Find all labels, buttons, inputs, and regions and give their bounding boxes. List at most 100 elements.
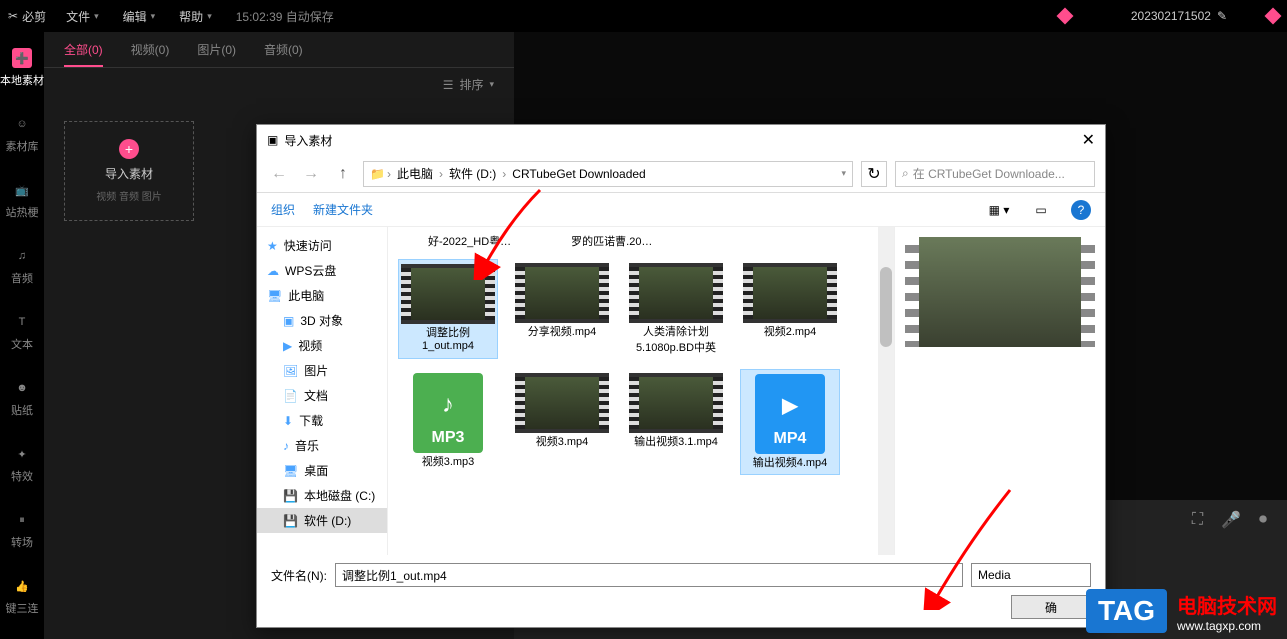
nav-text[interactable]: T文本 xyxy=(11,312,33,352)
refresh-button[interactable]: ↻ xyxy=(861,161,887,187)
view-mode-button[interactable]: ▦ ▾ xyxy=(987,198,1011,222)
file-item[interactable]: 视频3.mp4 xyxy=(512,369,612,475)
nav-back[interactable]: ← xyxy=(267,162,291,186)
project-title[interactable]: 202302171502 ✎ xyxy=(1131,9,1227,23)
music-icon: ♪ xyxy=(283,439,289,453)
nav-audio[interactable]: ♫音频 xyxy=(11,246,33,286)
menu-edit[interactable]: 编辑▾ xyxy=(123,8,156,25)
scrollbar-thumb[interactable] xyxy=(880,267,892,347)
tree-ddisk[interactable]: 💾软件 (D:) xyxy=(257,508,387,533)
star-icon: ★ xyxy=(267,239,278,253)
help-button[interactable]: ? xyxy=(1071,200,1091,220)
tab-video[interactable]: 视频(0) xyxy=(131,33,170,66)
mic-icon[interactable]: 🎤 xyxy=(1221,510,1241,530)
file-item[interactable]: 视频2.mp4 xyxy=(740,259,840,359)
preview-toggle[interactable]: ▭ xyxy=(1029,198,1053,222)
music-icon: ♫ xyxy=(12,246,32,266)
tree-desktop[interactable]: 🖥桌面 xyxy=(257,458,387,483)
tree-pc[interactable]: 🖥此电脑 xyxy=(257,283,387,308)
watermark: TAG 电脑技术网 www.tagxp.com xyxy=(1086,589,1277,633)
tree-image[interactable]: 🖼图片 xyxy=(257,358,387,383)
organize-button[interactable]: 组织 xyxy=(271,201,295,218)
edit-icon: ✎ xyxy=(1217,9,1227,23)
scrollbar[interactable] xyxy=(878,227,894,555)
sort-bar[interactable]: ☰ 排序 ▾ xyxy=(44,68,514,101)
image-icon: 🖼 xyxy=(283,364,298,378)
chevron-down-icon[interactable]: ▾ xyxy=(841,168,846,179)
tree-download[interactable]: ⬇下载 xyxy=(257,408,387,433)
accent-decoration xyxy=(1265,8,1282,25)
nav-hot[interactable]: 📺站热梗 xyxy=(6,180,39,220)
file-item[interactable]: MP3视频3.mp3 xyxy=(398,369,498,475)
cube-icon: ▣ xyxy=(283,314,294,328)
autosave-status: 15:02:39 自动保存 xyxy=(236,8,334,25)
nav-transition[interactable]: ⏸转场 xyxy=(11,510,33,550)
transition-icon: ⏸ xyxy=(12,510,32,530)
tree-3d[interactable]: ▣3D 对象 xyxy=(257,308,387,333)
filename-input[interactable] xyxy=(335,563,963,587)
folder-tree: ★快速访问 ☁WPS云盘 🖥此电脑 ▣3D 对象 ▶视频 🖼图片 📄文档 ⬇下载… xyxy=(257,227,387,555)
tab-all[interactable]: 全部(0) xyxy=(64,33,103,66)
tree-doc[interactable]: 📄文档 xyxy=(257,383,387,408)
sticker-icon: ☻ xyxy=(12,378,32,398)
import-material-box[interactable]: + 导入素材 视频 音频 图片 xyxy=(64,121,194,221)
crumb-pc[interactable]: 此电脑 xyxy=(393,165,437,182)
text-icon: T xyxy=(12,312,32,332)
sparkle-icon: ✦ xyxy=(12,444,32,464)
record-icon[interactable]: ⏺ xyxy=(1259,511,1267,529)
file-item-selected[interactable]: MP4输出视频4.mp4 xyxy=(740,369,840,475)
video-thumbnail xyxy=(743,263,837,323)
disk-icon: 💾 xyxy=(283,514,298,528)
newfolder-button[interactable]: 新建文件夹 xyxy=(313,201,373,218)
tree-wps[interactable]: ☁WPS云盘 xyxy=(257,258,387,283)
pc-icon: 🖥 xyxy=(267,289,282,303)
tv-icon: 📺 xyxy=(12,180,32,200)
file-item-selected[interactable]: 调整比例1_out.mp4 xyxy=(398,259,498,359)
file-item[interactable]: 人类清除计划5.1080p.BD中英 xyxy=(626,259,726,359)
folder-plus-icon: ➕ xyxy=(12,48,32,68)
close-button[interactable]: ✕ xyxy=(1082,130,1095,150)
file-item[interactable]: 分享视频.mp4 xyxy=(512,259,612,359)
logo-icon: ✂ xyxy=(8,9,18,23)
nav-sticker[interactable]: ☻贴纸 xyxy=(11,378,33,418)
chevron-down-icon: ▾ xyxy=(489,79,494,90)
dialog-body: ★快速访问 ☁WPS云盘 🖥此电脑 ▣3D 对象 ▶视频 🖼图片 📄文档 ⬇下载… xyxy=(257,227,1105,555)
menu-help[interactable]: 帮助▾ xyxy=(179,8,212,25)
tree-video[interactable]: ▶视频 xyxy=(257,333,387,358)
nav-local-material[interactable]: ➕本地素材 xyxy=(0,48,44,88)
emoji-icon: ☺ xyxy=(12,114,32,134)
file-open-dialog: ▣ 导入素材 ✕ ← → ↑ 📁 › 此电脑 › 软件 (D:) › CRTub… xyxy=(256,124,1106,628)
nav-effect[interactable]: ✦特效 xyxy=(11,444,33,484)
preview-pane xyxy=(895,227,1105,555)
search-input[interactable]: ⌕ 在 CRTubeGet Downloade... xyxy=(895,161,1095,187)
crop-icon[interactable]: ⛶ xyxy=(1192,511,1203,529)
tab-image[interactable]: 图片(0) xyxy=(197,33,236,66)
ok-button[interactable]: 确 xyxy=(1011,595,1091,619)
crumb-folder[interactable]: CRTubeGet Downloaded xyxy=(508,167,649,181)
file-name: 分享视频.mp4 xyxy=(528,323,596,339)
left-sidebar: ➕本地素材 ☺素材库 📺站热梗 ♫音频 T文本 ☻贴纸 ✦特效 ⏸转场 👍键三连 xyxy=(0,32,44,639)
file-name: 视频3.mp4 xyxy=(536,433,589,449)
watermark-tag: TAG xyxy=(1086,589,1167,633)
file-item[interactable]: 输出视频3.1.mp4 xyxy=(626,369,726,475)
file-name: 输出视频4.mp4 xyxy=(753,454,828,470)
crumb-drive[interactable]: 软件 (D:) xyxy=(445,165,500,182)
mp3-icon: MP3 xyxy=(413,373,483,453)
video-thumbnail xyxy=(515,373,609,433)
dialog-title: 导入素材 xyxy=(284,132,332,149)
nav-up[interactable]: ↑ xyxy=(331,162,355,186)
tab-audio[interactable]: 音频(0) xyxy=(264,33,303,66)
material-tabs: 全部(0) 视频(0) 图片(0) 音频(0) xyxy=(44,32,514,68)
import-title: 导入素材 xyxy=(105,165,153,182)
nav-forward[interactable]: → xyxy=(299,162,323,186)
menu-file[interactable]: 文件▾ xyxy=(66,8,99,25)
tree-quick[interactable]: ★快速访问 xyxy=(257,233,387,258)
search-icon: ⌕ xyxy=(902,166,909,181)
dialog-titlebar: ▣ 导入素材 ✕ xyxy=(257,125,1105,155)
breadcrumb[interactable]: 📁 › 此电脑 › 软件 (D:) › CRTubeGet Downloaded… xyxy=(363,161,853,187)
nav-library[interactable]: ☺素材库 xyxy=(6,114,39,154)
tree-music[interactable]: ♪音乐 xyxy=(257,433,387,458)
nav-like[interactable]: 👍键三连 xyxy=(6,576,39,616)
tree-cdisk[interactable]: 💾本地磁盘 (C:) xyxy=(257,483,387,508)
file-filter[interactable]: Media xyxy=(971,563,1091,587)
